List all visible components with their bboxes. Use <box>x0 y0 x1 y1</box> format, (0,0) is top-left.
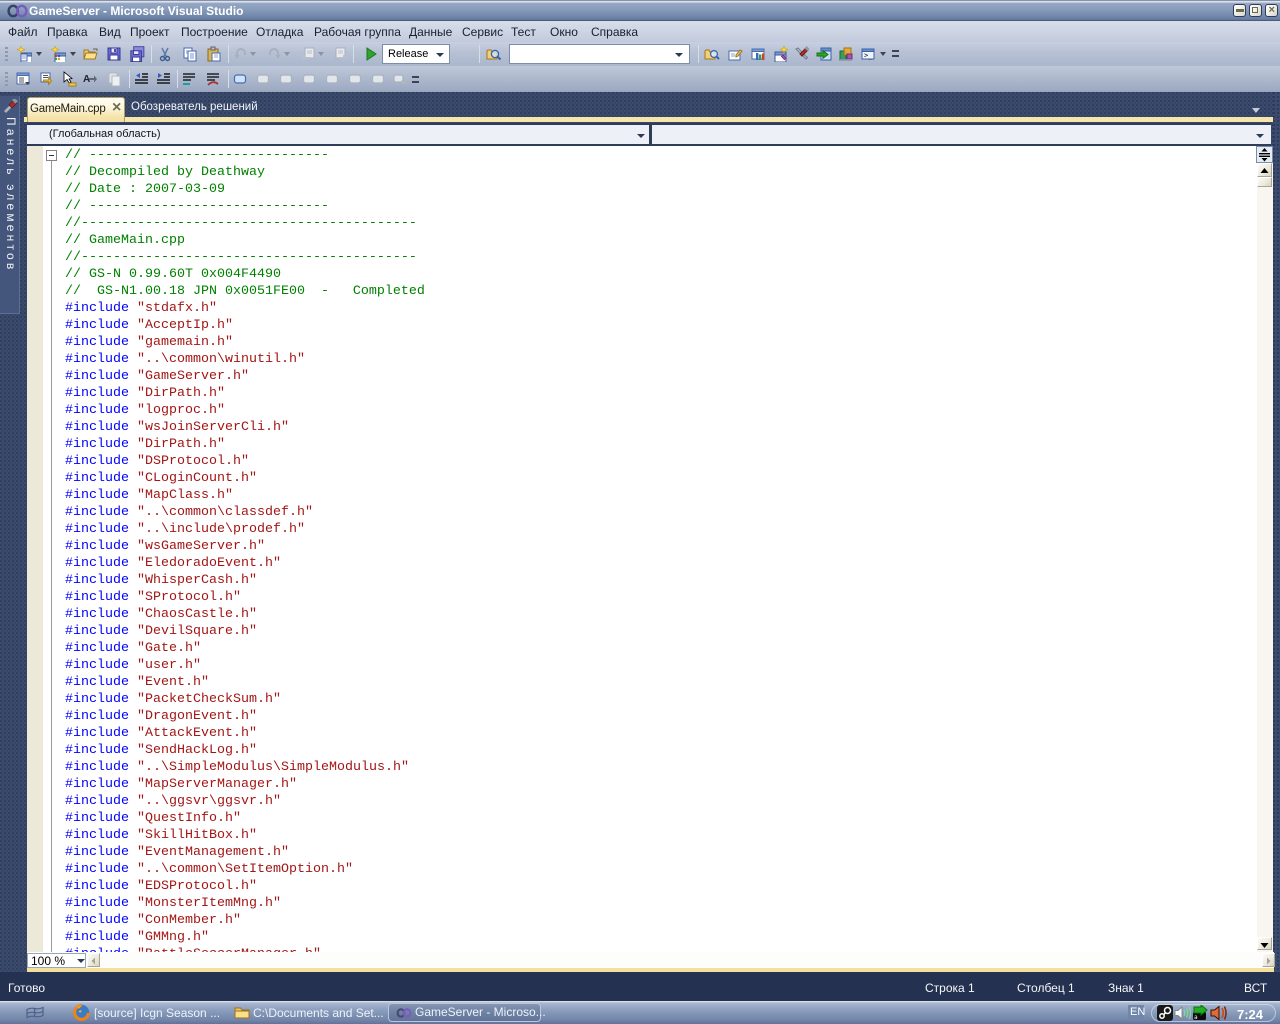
svg-text:a: a <box>1194 1014 1198 1021</box>
svg-text:>_: >_ <box>864 52 873 60</box>
